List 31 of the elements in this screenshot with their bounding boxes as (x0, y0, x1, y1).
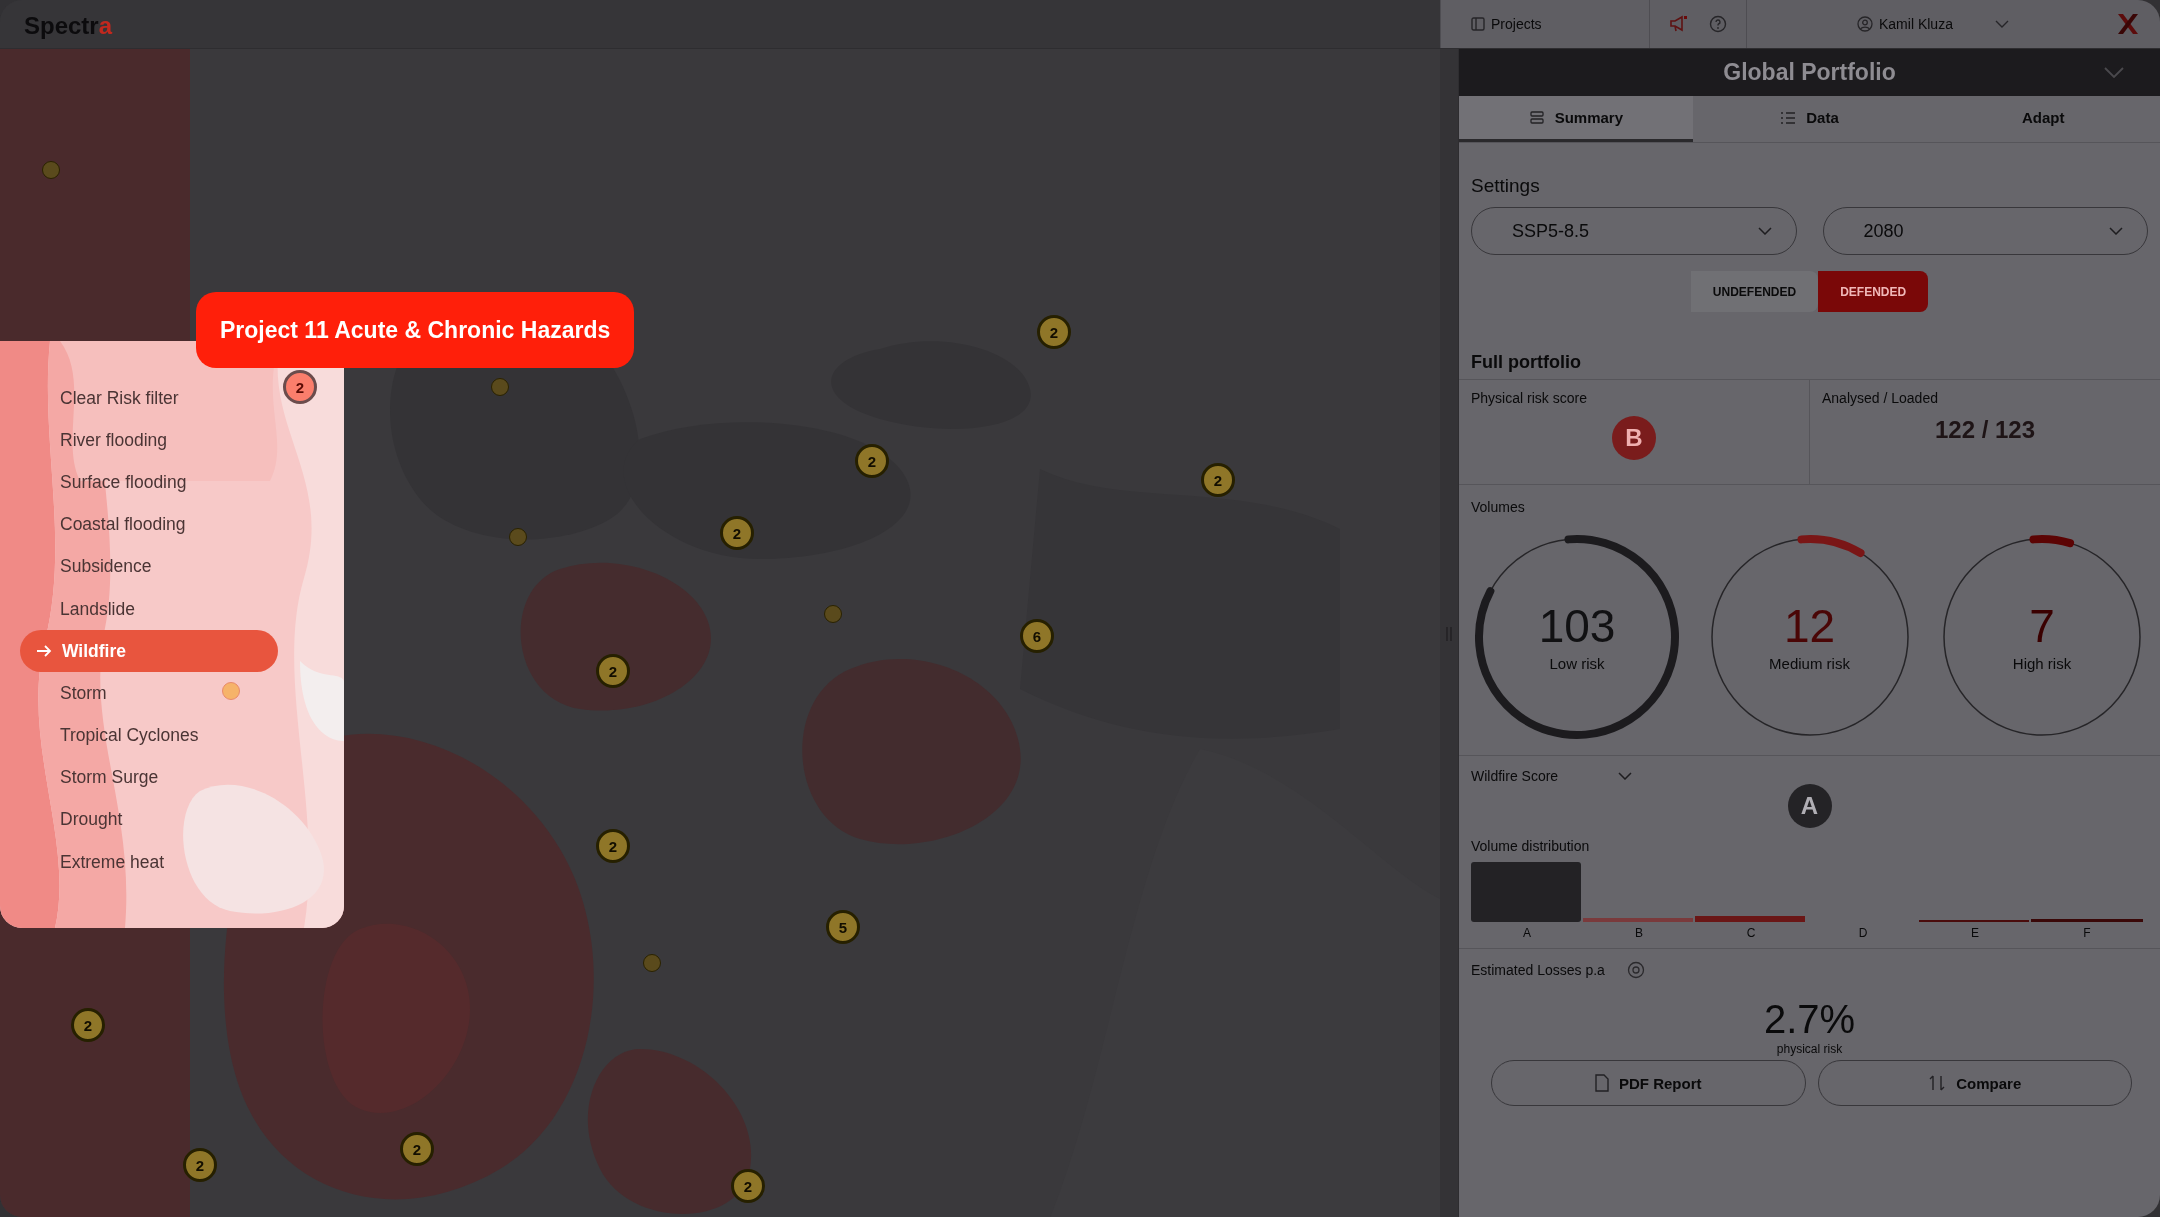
axis-label: D (1857, 926, 1869, 940)
axis-label: B (1634, 926, 1644, 940)
grade-badge: B (1612, 416, 1656, 460)
score-dropdown[interactable]: Wildfire Score (1471, 768, 1633, 784)
user-menu-button[interactable]: Kamil Kluza (1747, 0, 2076, 48)
app-logo: Spectra (23, 11, 114, 41)
kpi-label: Physical risk score (1471, 390, 1587, 406)
panel-header[interactable]: Global Portfolio (1459, 49, 2160, 96)
loss-caption: physical risk (1776, 1042, 1843, 1056)
section-label: Settings (1471, 174, 1541, 198)
axis-label: A (1522, 926, 1532, 940)
axis-label: F (2082, 926, 2092, 940)
axis-label: C (1745, 926, 1757, 940)
projects-button[interactable]: Projects (1440, 0, 1650, 48)
volume-count: 12 (1783, 602, 1836, 649)
portfolio-title: Global Portfolio (1723, 59, 1896, 86)
section-label: Volume distribution (1471, 837, 1591, 856)
panel-tab[interactable]: Summary (1459, 96, 1693, 142)
loss-value: 2.7% (1763, 997, 1856, 1042)
section-label: Full portfolio (1459, 342, 2160, 380)
section-label: Estimated Losses p.a (1471, 962, 1605, 978)
section-label: Volumes (1471, 499, 1526, 515)
volume-count: 7 (2029, 602, 2055, 649)
axis-label: E (1970, 926, 1980, 940)
defence-toggle[interactable]: DEFENDED (1818, 271, 1929, 312)
volume-label: Medium risk (1769, 654, 1850, 672)
defence-toggle[interactable]: UNDEFENDED (1690, 271, 1819, 312)
volume-label: High risk (2012, 654, 2072, 672)
kpi-label: Analysed / Loaded (1822, 390, 1938, 406)
grade-badge: A (1787, 784, 1832, 828)
kpi-value: 122 / 123 (1934, 416, 2036, 444)
